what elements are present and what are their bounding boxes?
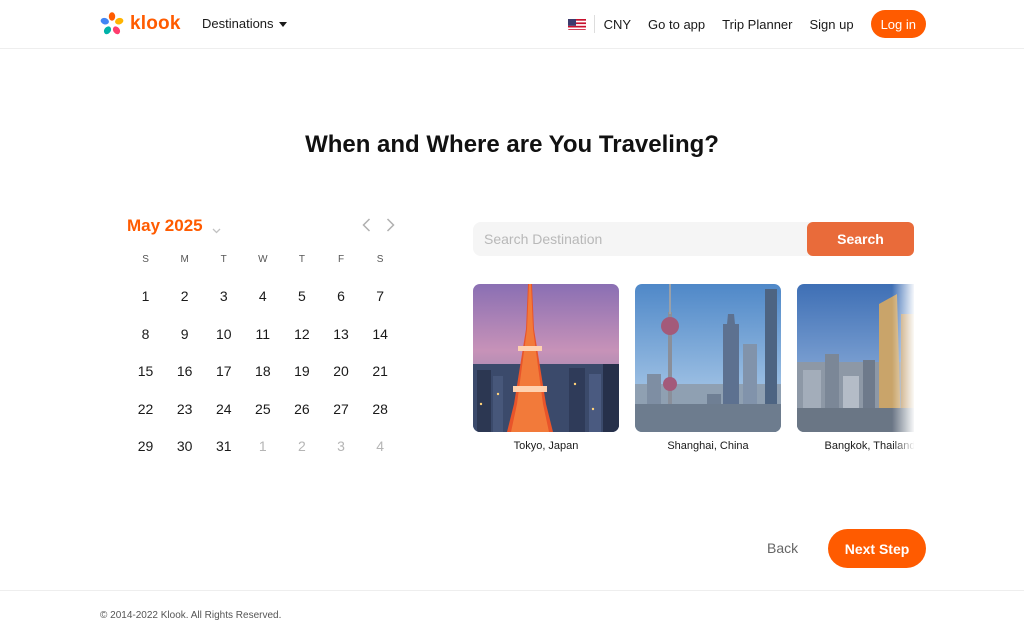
calendar-day[interactable]: 9 — [165, 325, 204, 363]
calendar-day[interactable]: 18 — [243, 362, 282, 400]
calendar-day[interactable]: 1 — [126, 287, 165, 325]
weekday-label: T — [298, 254, 305, 265]
calendar-day[interactable]: 23 — [165, 400, 204, 438]
calendar-day[interactable]: 15 — [126, 362, 165, 400]
klook-logo-icon — [100, 12, 124, 36]
calendar-day[interactable]: 16 — [165, 362, 204, 400]
destinations-dropdown[interactable]: Destinations — [202, 16, 287, 31]
log-in-button[interactable]: Log in — [870, 10, 926, 38]
nav-divider — [593, 15, 595, 33]
calendar-day[interactable]: 13 — [321, 325, 360, 363]
calendar-day[interactable]: 12 — [282, 325, 321, 363]
destination-card-shanghai[interactable]: Shanghai, China — [635, 284, 781, 452]
next-step-button[interactable]: Next Step — [828, 529, 926, 568]
calendar-day[interactable]: 10 — [204, 325, 243, 363]
copyright-text: © 2014-2022 Klook. All Rights Reserved. — [100, 610, 282, 621]
calendar-day[interactable]: 31 — [204, 437, 243, 475]
calendar-day[interactable]: 28 — [361, 400, 400, 438]
destination-search: Search — [473, 222, 914, 256]
shanghai-skyline-image — [635, 284, 781, 432]
logo-text: klook — [130, 13, 181, 34]
chevron-down-icon — [212, 222, 221, 233]
weekday-label: W — [258, 254, 268, 265]
sign-up-link[interactable]: Sign up — [809, 17, 853, 32]
search-button[interactable]: Search — [807, 222, 914, 256]
calendar-day[interactable]: 24 — [204, 400, 243, 438]
calendar-day-next-month: 2 — [298, 438, 306, 454]
calendar-day[interactable]: 7 — [361, 287, 400, 325]
calendar-day[interactable]: 20 — [321, 362, 360, 400]
calendar-day[interactable]: 3 — [204, 287, 243, 325]
calendar-day[interactable]: 26 — [282, 400, 321, 438]
calendar-day-next-month: 4 — [376, 438, 384, 454]
trip-planner-link[interactable]: Trip Planner — [722, 17, 792, 32]
calendar-day[interactable]: 29 — [126, 437, 165, 475]
calendar-day[interactable]: 8 — [126, 325, 165, 363]
destination-cards: Tokyo, Japan Shanghai, China Bangkok, Th… — [473, 284, 914, 459]
top-nav-bar: klook Destinations CNY Go to app Trip Pl… — [0, 0, 1024, 49]
calendar-day[interactable]: 22 — [126, 400, 165, 438]
tokyo-tower-image — [473, 284, 619, 432]
caret-down-icon — [278, 21, 287, 27]
klook-logo[interactable]: klook — [100, 12, 181, 36]
weekday-label: F — [337, 254, 345, 265]
calendar-day[interactable]: 11 — [243, 325, 282, 363]
page-title: When and Where are You Traveling? — [305, 131, 719, 158]
go-to-app-link[interactable]: Go to app — [648, 17, 705, 32]
weekday-label: T — [220, 254, 227, 265]
weekday-label: M — [180, 254, 189, 265]
calendar-day[interactable]: 6 — [321, 287, 360, 325]
calendar-day[interactable]: 19 — [282, 362, 321, 400]
currency-selector[interactable]: CNY — [604, 17, 631, 32]
destination-label: Bangkok, Thailand — [824, 440, 914, 452]
destination-label: Tokyo, Japan — [513, 440, 579, 452]
bangkok-skyline-image — [797, 284, 914, 432]
calendar-day[interactable]: 14 — [361, 325, 400, 363]
calendar-day[interactable]: 17 — [204, 362, 243, 400]
destination-card-bangkok[interactable]: Bangkok, Thailand — [797, 284, 914, 452]
nav-right-group: CNY Go to app Trip Planner Sign up Log i… — [567, 10, 926, 38]
calendar-day[interactable]: 5 — [282, 287, 321, 325]
calendar-day[interactable]: 27 — [321, 400, 360, 438]
calendar-day[interactable]: 2 — [165, 287, 204, 325]
calendar-day-next-month: 1 — [258, 438, 267, 454]
calendar-day[interactable]: 4 — [243, 287, 282, 325]
calendar-next-month-button[interactable] — [383, 217, 397, 233]
calendar-day-next-month: 3 — [337, 438, 345, 454]
weekday-label: S — [142, 254, 149, 265]
calendar-grid: S M T W T F S 1 2 3 4 5 6 7 8 9 10 11 12 13 14 15 16 17 1… — [126, 250, 400, 475]
destination-card-tokyo[interactable]: Tokyo, Japan — [473, 284, 619, 452]
calendar-prev-month-button[interactable] — [360, 217, 374, 233]
destination-label: Shanghai, China — [667, 440, 749, 452]
us-flag-icon[interactable] — [567, 18, 586, 30]
calendar-month-selector[interactable]: May 2025 — [127, 216, 221, 236]
calendar-days: 1 2 3 4 5 6 7 8 9 10 11 12 13 14 15 16 17 18 19 20 21 22 23 24 2… — [126, 287, 400, 475]
back-button[interactable]: Back — [767, 540, 798, 556]
calendar-weekday-row: S M T W T F S — [126, 250, 400, 270]
footer: © 2014-2022 Klook. All Rights Reserved. — [0, 590, 1024, 638]
calendar-day[interactable]: 21 — [361, 362, 400, 400]
search-destination-input[interactable] — [473, 222, 808, 256]
calendar-month-label: May 2025 — [127, 216, 203, 235]
destinations-label: Destinations — [202, 16, 274, 31]
calendar-day[interactable]: 25 — [243, 400, 282, 438]
weekday-label: S — [376, 254, 384, 265]
calendar-day[interactable]: 30 — [165, 437, 204, 475]
